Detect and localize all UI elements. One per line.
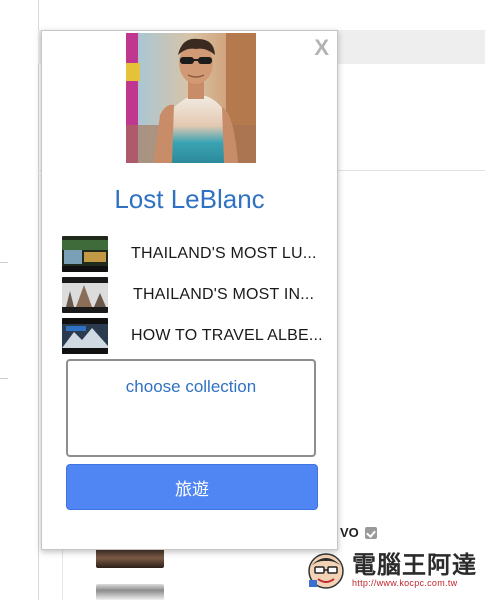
video-title: HOW TO TRAVEL ALBE... [131,327,323,344]
video-list: THAILAND'S MOST LU... THAILAND'S MOST IN… [62,233,338,356]
sidebar-divider [0,378,8,379]
video-title: THAILAND'S MOST IN... [133,286,315,303]
video-title: THAILAND'S MOST LU... [131,245,317,262]
background-video-thumbnail[interactable] [96,584,164,600]
background-channel-label: VO [340,525,377,540]
close-icon[interactable]: X [314,35,329,61]
video-thumbnail [62,317,108,354]
watermark-mascot-logo [308,553,344,589]
save-to-collection-popup: X Lost LeBlanc THAILAND'S MOST LU... THA… [41,30,338,550]
video-thumbnail [62,235,108,272]
sidebar-divider [0,262,8,263]
background-sidebar [0,0,39,600]
watermark-url: http://www.kocpc.com.tw [352,577,458,588]
video-list-item[interactable]: HOW TO TRAVEL ALBE... [62,315,338,356]
background-channel-text: VO [340,525,359,540]
collection-button[interactable]: 旅遊 [66,464,318,510]
video-thumbnail [62,276,108,313]
collection-select[interactable]: choose collection [66,359,316,457]
watermark-title: 電腦王阿達 [352,550,477,579]
collection-placeholder: choose collection [125,377,257,396]
verified-icon [364,526,377,539]
channel-avatar [126,33,256,163]
video-list-item[interactable]: THAILAND'S MOST LU... [62,233,338,274]
watermark: 電腦王阿達 http://www.kocpc.com.tw [306,550,477,590]
channel-name[interactable]: Lost LeBlanc [42,183,337,215]
video-list-item[interactable]: THAILAND'S MOST IN... [62,274,338,315]
background-video-thumbnail[interactable] [96,548,164,568]
